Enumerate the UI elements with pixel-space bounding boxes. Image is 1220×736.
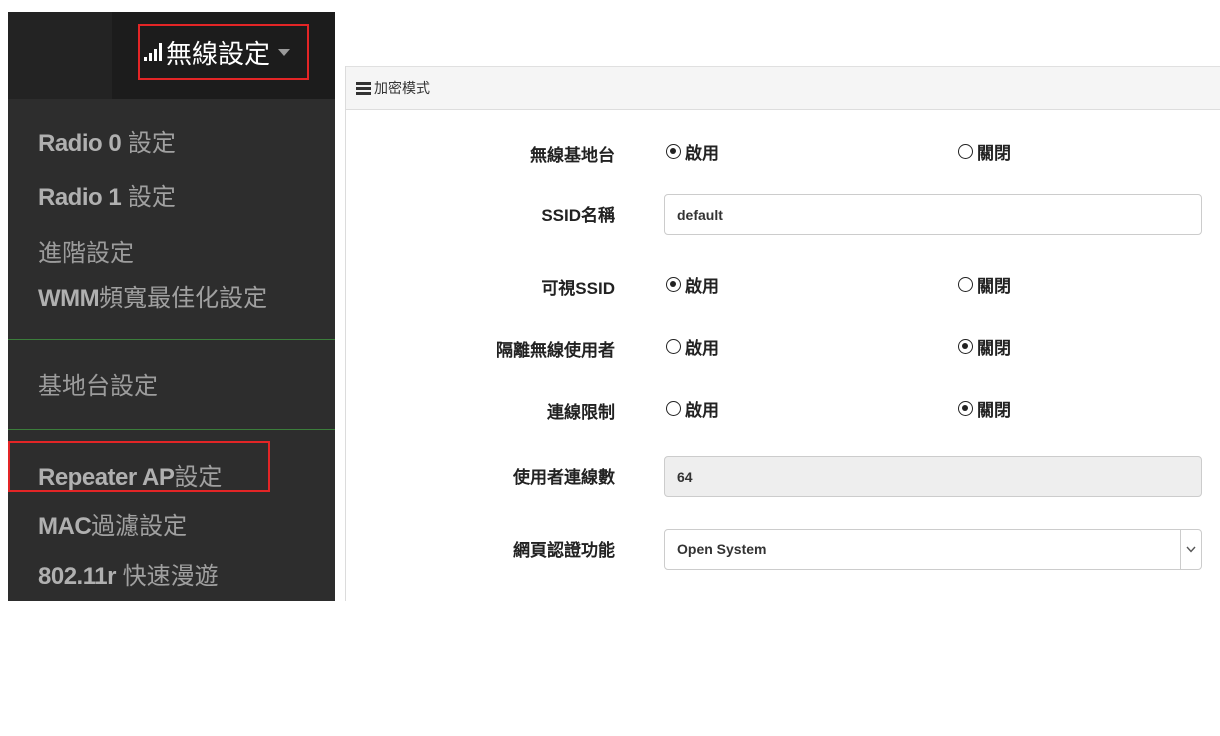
radio-label: 啟用 [685,400,719,420]
sidebar-item-latin: Radio 0 [38,130,122,157]
sidebar: 無線設定 Radio 0 設定 Radio 1 設定 進階設定 WMM頻寬最佳化… [8,12,335,601]
wireless-settings-label: 無線設定 [166,38,271,69]
user-connections-input[interactable] [664,456,1202,497]
radio-checked-icon [666,276,681,292]
sidebar-item-zh: 快速漫遊 [115,563,219,590]
sidebar-divider [8,339,335,340]
user-connections-label: 使用者連線數 [513,468,615,487]
row-ssid-name: SSID名稱 [346,194,1220,235]
row-wireless-ap: 無線基地台 啟用 關閉 [346,136,1220,176]
sidebar-divider [8,429,335,430]
radio-unchecked-icon [666,400,681,416]
settings-panel: 加密模式 無線基地台 啟用 關閉 SSID名稱 可視SSID 啟用 關閉 隔離無… [345,66,1220,601]
sidebar-item-zh: 設定 [121,130,176,157]
sidebar-item-label: 基地台設定 [38,373,158,400]
sidebar-item-latin: WMM [38,285,100,312]
signal-bars-icon [144,43,162,61]
sidebar-item-advanced-settings[interactable]: 進階設定 [8,238,335,270]
radio-label: 啟用 [685,276,719,296]
sidebar-header-left [8,12,112,99]
sidebar-header: 無線設定 [8,12,335,99]
sidebar-item-latin: Repeater AP [38,464,175,491]
radio-checked-icon [666,143,681,159]
panel-header: 加密模式 [346,66,1220,110]
caret-down-icon [278,48,291,56]
sidebar-item-radio-0[interactable]: Radio 0 設定 [8,128,335,160]
sidebar-item-fast-roaming[interactable]: 802.11r 快速漫遊 [8,561,335,593]
sidebar-item-zh: 設定 [174,464,223,491]
sidebar-item-latin: Radio 1 [38,184,122,211]
radio-checked-icon [958,400,973,416]
sidebar-item-wmm[interactable]: WMM頻寬最佳化設定 [8,283,335,315]
wireless-settings-menu[interactable]: 無線設定 [138,24,309,80]
ssid-name-input[interactable] [664,194,1202,235]
sidebar-item-zh: 頻寬最佳化設定 [99,285,268,312]
row-web-auth [346,696,1220,736]
wireless-ap-label: 無線基地台 [530,146,615,165]
sidebar-item-radio-1[interactable]: Radio 1 設定 [8,182,335,214]
visible-ssid-enable-radio[interactable]: 啟用 [666,269,719,299]
radio-label: 關閉 [977,143,1011,163]
radio-unchecked-icon [958,276,973,292]
radio-unchecked-icon [666,338,681,354]
sidebar-item-zh: 設定 [121,184,176,211]
connection-limit-enable-radio[interactable]: 啟用 [666,393,719,423]
wireless-ap-disable-radio[interactable]: 關閉 [958,136,1011,166]
connection-limit-label: 連線限制 [547,403,615,422]
radio-label: 關閉 [977,276,1011,296]
isolate-users-label: 隔離無線使用者 [496,341,615,360]
ssid-name-label: SSID名稱 [541,206,615,225]
web-auth-select[interactable]: Open System [664,529,1202,570]
row-isolate-users: 隔離無線使用者 啟用 關閉 [346,331,1220,371]
connection-limit-disable-radio[interactable]: 關閉 [958,393,1011,423]
row-user-connections: 使用者連線數 [346,456,1220,497]
sidebar-item-label: 進階設定 [38,240,134,267]
visible-ssid-disable-radio[interactable]: 關閉 [958,269,1011,299]
radio-label: 啟用 [685,338,719,358]
sidebar-item-ap-settings[interactable]: 基地台設定 [8,371,335,403]
sidebar-item-repeater-ap[interactable]: Repeater AP設定 [8,462,335,494]
radio-checked-icon [958,338,973,354]
list-icon [356,81,371,95]
sidebar-item-latin: MAC [38,513,92,540]
row-web-auth-select: 網頁認證功能 Open System [346,529,1220,570]
radio-unchecked-icon [958,143,973,159]
sidebar-item-zh: 過濾設定 [91,513,188,540]
row-visible-ssid: 可視SSID 啟用 關閉 [346,269,1220,309]
radio-label: 關閉 [977,400,1011,420]
visible-ssid-label: 可視SSID [541,279,615,298]
isolate-users-disable-radio[interactable]: 關閉 [958,331,1011,361]
web-auth-label: 網頁認證功能 [513,541,615,560]
sidebar-item-latin: 802.11r [38,563,116,590]
panel-title: 加密模式 [374,80,430,96]
radio-label: 啟用 [685,143,719,163]
web-auth-value: Open System [677,541,767,557]
row-connection-limit: 連線限制 啟用 關閉 [346,393,1220,433]
sidebar-item-mac-filter[interactable]: MAC過濾設定 [8,511,335,543]
chevron-down-icon [1180,530,1201,569]
radio-label: 關閉 [977,338,1011,358]
wireless-ap-enable-radio[interactable]: 啟用 [666,136,719,166]
isolate-users-enable-radio[interactable]: 啟用 [666,331,719,361]
